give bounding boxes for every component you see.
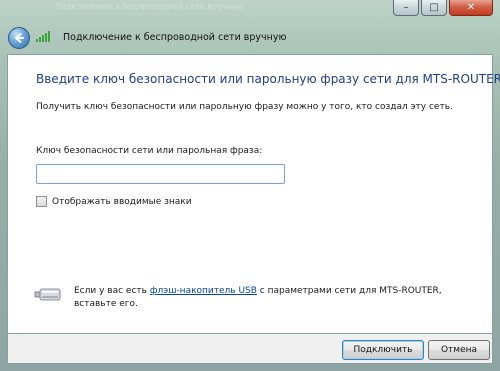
close-icon: ✕	[466, 2, 476, 13]
main-heading: Введите ключ безопасности или парольную …	[36, 72, 500, 86]
wireless-signal-icon	[36, 31, 50, 42]
show-characters-label[interactable]: Отображать вводимые знаки	[52, 197, 192, 207]
window-title-ghost: Подключение к беспроводной сети вручную	[55, 2, 244, 11]
window-frame: Подключение к беспроводной сети вручную …	[0, 0, 500, 371]
usb-text-before: Если у вас есть	[74, 286, 150, 296]
usb-drive-link[interactable]: флэш-накопитель USB	[150, 286, 257, 296]
usb-drive-icon	[34, 288, 61, 301]
usb-instruction: Если у вас есть флэш-накопитель USB с па…	[74, 285, 474, 311]
back-button[interactable]	[8, 27, 30, 49]
maximize-button[interactable]: □	[421, 0, 447, 16]
window-controls: – □ ✕	[393, 0, 493, 16]
back-arrow-icon	[15, 33, 24, 43]
minimize-button[interactable]: –	[393, 0, 419, 16]
close-button[interactable]: ✕	[449, 0, 493, 16]
page-title: Подключение к беспроводной сети вручную	[63, 32, 287, 43]
cancel-button[interactable]: Отмена	[428, 340, 490, 360]
show-characters-option[interactable]: Отображать вводимые знаки	[36, 196, 192, 207]
security-key-label: Ключ безопасности сети или парольная фра…	[36, 146, 263, 156]
maximize-icon: □	[429, 2, 439, 13]
info-text: Получить ключ безопасности или парольную…	[36, 102, 453, 112]
content-panel: Введите ключ безопасности или парольную …	[7, 54, 500, 334]
dialog-footer: Подключить Отмена	[7, 334, 493, 364]
connect-button[interactable]: Подключить	[342, 340, 424, 360]
show-characters-checkbox[interactable]	[36, 196, 47, 207]
security-key-input[interactable]	[36, 164, 285, 184]
minimize-icon: –	[403, 2, 409, 13]
